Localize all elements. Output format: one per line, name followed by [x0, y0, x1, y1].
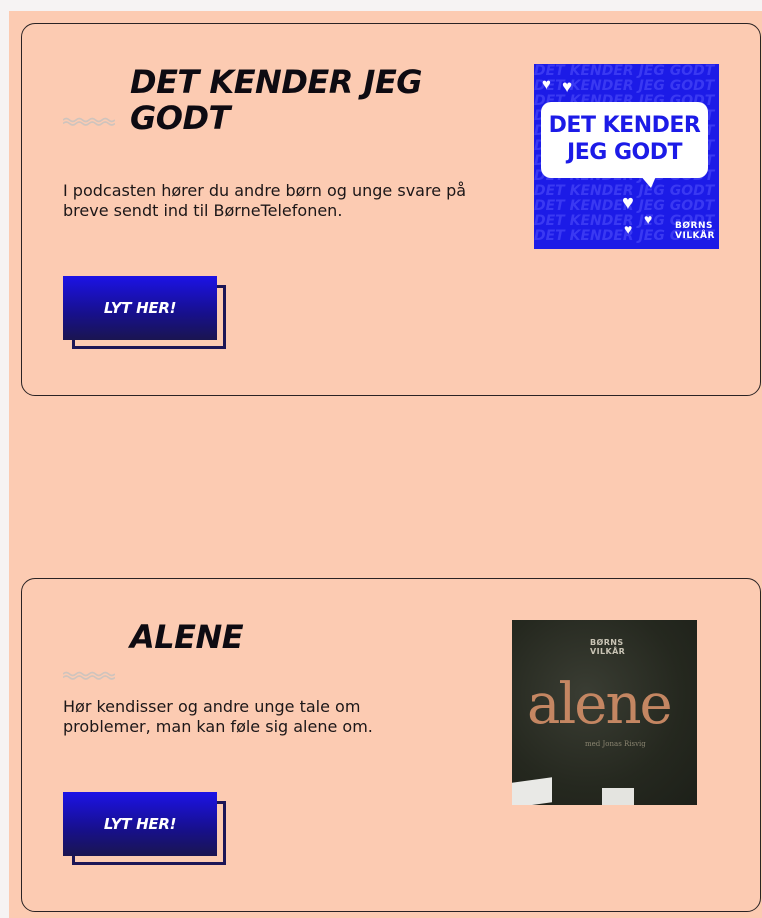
- speech-bubble-tail: [639, 174, 657, 188]
- podcast-title: ALENE: [130, 618, 244, 656]
- cover-title: alene: [527, 672, 673, 737]
- podcast-cover-image[interactable]: DET KENDER JEG GODT DET KENDER JEG GODT …: [534, 64, 719, 249]
- heart-icon: ♥: [562, 77, 573, 96]
- cover-subtitle: med Jonas Risvig: [585, 740, 646, 748]
- brand-logo-text: BØRNS VILKÅR: [590, 638, 626, 656]
- heart-icon: ♥: [624, 221, 633, 237]
- podcast-card-det-kender-jeg-godt: DET KENDER JEG GODT I podcasten hører du…: [21, 23, 761, 396]
- heart-icon: ♥: [644, 211, 653, 227]
- podcast-cover-image[interactable]: BØRNS VILKÅR alene med Jonas Risvig: [512, 620, 697, 805]
- torn-paper-decoration: [602, 788, 634, 805]
- heart-icon: ♥: [542, 76, 551, 93]
- listen-button-group: LYT HER!: [63, 792, 228, 870]
- wave-decoration-icon: [63, 117, 115, 126]
- listen-button-group: LYT HER!: [63, 276, 228, 354]
- brand-logo-text: BØRNS VILKÅR: [675, 221, 715, 241]
- listen-button[interactable]: LYT HER!: [63, 276, 217, 340]
- listen-button[interactable]: LYT HER!: [63, 792, 217, 856]
- podcast-title: DET KENDER JEG GODT: [130, 63, 423, 137]
- cover-title: DET KENDER JEG GODT: [548, 113, 701, 165]
- heart-icon: ♥: [622, 192, 634, 214]
- podcast-description: I podcasten hører du andre børn og unge …: [63, 181, 467, 220]
- wave-decoration-icon: [63, 671, 115, 680]
- podcast-description: Hør kendisser og andre unge tale om prob…: [63, 697, 373, 736]
- torn-paper-decoration: [512, 777, 552, 805]
